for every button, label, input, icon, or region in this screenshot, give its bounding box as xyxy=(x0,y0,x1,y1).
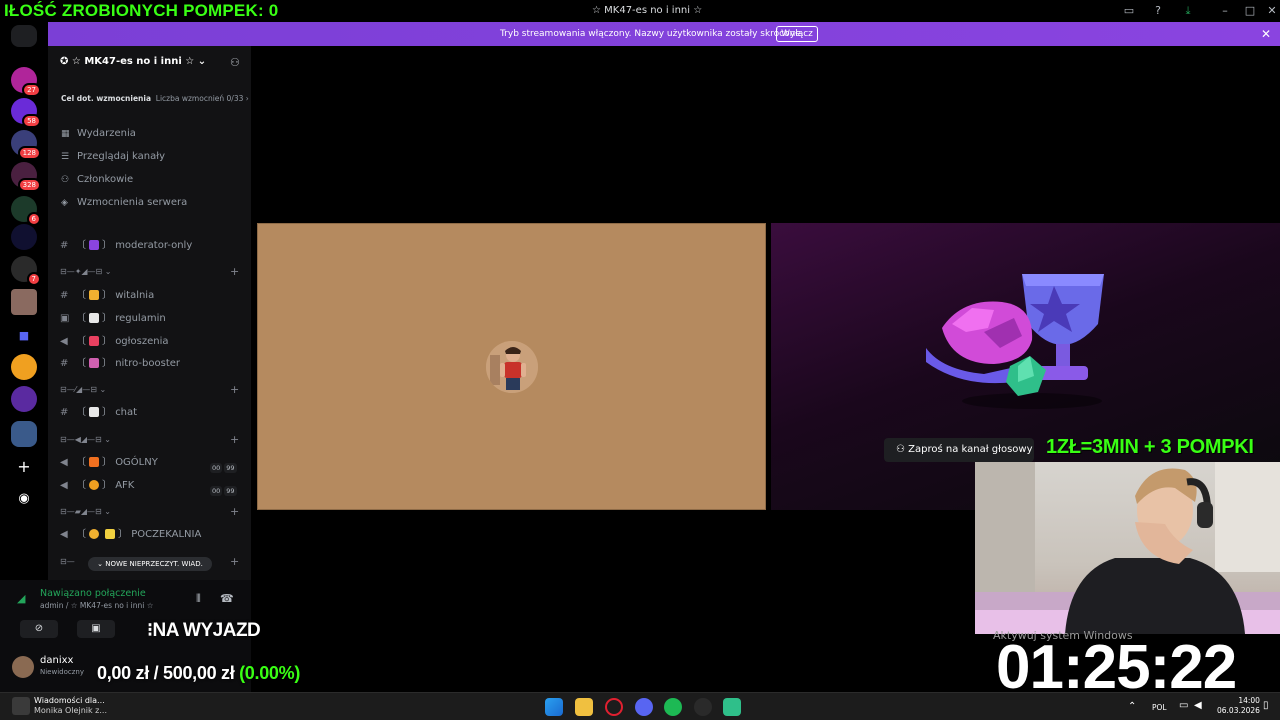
add-channel-icon[interactable]: + xyxy=(230,383,239,396)
app-icon[interactable] xyxy=(723,698,741,716)
webcam-overlay xyxy=(975,462,1280,634)
disable-streamer-mode-button[interactable]: Wyłącz xyxy=(776,26,818,42)
boost-icon: ◈ xyxy=(61,198,68,208)
server-icon[interactable]: 328 xyxy=(11,162,41,192)
nav-server-boosts[interactable]: Wzmocnienia serwera xyxy=(77,197,187,208)
invite-to-voice-button[interactable]: ⚇ Zaproś na kanał głosowy xyxy=(884,438,1034,462)
streamer-mode-text: Tryb streamowania włączony. Nazwy użytko… xyxy=(500,29,804,39)
channel-moderator-only[interactable]: # 〔〕 moderator-only xyxy=(60,236,240,251)
channel-witalnia[interactable]: # 〔〕 witalnia xyxy=(60,286,240,301)
network-icon[interactable]: ▭ xyxy=(1179,700,1188,711)
voice-channel-poczekalnia[interactable]: ◀ 〔〕 POCZEKALNIA xyxy=(60,525,240,540)
window-title: ☆ MK47-es no i inni ☆ xyxy=(592,5,703,16)
nav-members[interactable]: Członkowie xyxy=(77,174,133,185)
system-clock[interactable]: 14:00 06.03.2026 xyxy=(1217,696,1260,716)
add-channel-icon[interactable]: + xyxy=(230,265,239,278)
minimize-icon[interactable]: – xyxy=(1218,4,1232,18)
help-icon[interactable]: ? xyxy=(1151,4,1165,18)
calendar-icon: ▦ xyxy=(61,129,70,139)
pushup-counter-overlay: IŁOŚĆ ZROBIONYCH POMPEK: 0 xyxy=(4,1,279,20)
invite-user-icon: ⚇ xyxy=(896,444,909,455)
na-wyjazd-overlay: ⁝NA WYJAZD xyxy=(147,620,261,641)
add-channel-icon[interactable]: + xyxy=(230,555,239,568)
guild-name-header[interactable]: ✪ ☆ MK47-es no i inni ☆ ⌄ xyxy=(60,56,206,67)
banner-close-icon[interactable]: ✕ xyxy=(1261,27,1271,41)
news-widget-icon[interactable] xyxy=(12,697,30,715)
server-icon[interactable] xyxy=(11,224,37,250)
discord-taskbar-icon[interactable] xyxy=(635,698,653,716)
server-icon[interactable] xyxy=(11,289,37,315)
file-explorer-icon[interactable] xyxy=(575,698,593,716)
add-member-icon[interactable]: ⚇ xyxy=(230,56,240,69)
maximize-icon[interactable]: □ xyxy=(1243,4,1257,18)
nav-events[interactable]: Wydarzenia xyxy=(77,128,136,139)
inbox-icon[interactable]: ▭ xyxy=(1122,4,1136,18)
category-header[interactable]: ⊟—▰◢—⊟ ⌄ xyxy=(60,507,111,516)
category-header[interactable]: ⊟— xyxy=(60,557,75,566)
noise-suppression-icon[interactable]: ⦀ xyxy=(196,592,201,606)
server-icon[interactable] xyxy=(11,421,37,447)
voice-channel-path: admin / ☆ MK47-es no i inni ☆ xyxy=(40,601,154,610)
server-icon[interactable]: 6 xyxy=(11,196,41,226)
donation-goal-overlay: 0,00 zł / 500,00 zł (0.00%) xyxy=(97,663,301,683)
server-icon[interactable]: 7 xyxy=(11,256,41,286)
screen-share-button[interactable]: ▣ xyxy=(77,620,115,638)
notifications-icon[interactable]: ▯ xyxy=(1263,700,1269,711)
camera-off-button[interactable]: ⊘ xyxy=(20,620,58,638)
browse-channels-icon: ☰ xyxy=(61,152,70,162)
avatar[interactable] xyxy=(12,656,34,678)
channel-nitro-booster[interactable]: # 〔〕 nitro-booster xyxy=(60,354,240,369)
server-icon[interactable] xyxy=(11,354,37,380)
category-header[interactable]: ⊟—◀◢—⊟ ⌄ xyxy=(60,435,111,444)
server-icon[interactable]: 58 xyxy=(11,98,41,128)
keyboard-language[interactable]: POL xyxy=(1152,703,1167,712)
channel-regulamin[interactable]: ▣ 〔〕 regulamin xyxy=(60,309,240,324)
server-icon[interactable]: 27 xyxy=(11,67,41,97)
user-status: Niewidoczny xyxy=(40,668,84,676)
voice-channel-limit: 00 99 xyxy=(210,463,237,473)
members-icon: ⚇ xyxy=(61,175,70,185)
server-icon[interactable] xyxy=(11,386,37,412)
news-widget[interactable]: Wiadomości dla... Monika Olejnik z... xyxy=(34,696,107,716)
avatar xyxy=(486,341,538,393)
add-channel-icon[interactable]: + xyxy=(230,505,239,518)
folder-icon[interactable]: ■ xyxy=(11,323,37,349)
steam-icon[interactable] xyxy=(694,698,712,716)
nav-browse-channels[interactable]: Przeglądaj kanały xyxy=(77,151,165,162)
server-icon[interactable]: 128 xyxy=(11,130,41,160)
spotify-icon[interactable] xyxy=(664,698,682,716)
opera-icon[interactable] xyxy=(605,698,623,716)
category-header[interactable]: ⊟—⁄◢—⊟ ⌄ xyxy=(60,385,106,394)
signal-icon[interactable]: ◢ xyxy=(17,592,25,605)
volume-icon[interactable]: ◀ xyxy=(1194,700,1202,711)
download-icon[interactable]: ⤓ xyxy=(1181,4,1195,18)
channel-ogloszenia[interactable]: ◀ 〔〕 ogłoszenia xyxy=(60,332,240,347)
add-server-icon[interactable]: + xyxy=(11,454,37,480)
new-unread-messages-pill[interactable]: ⌄ NOWE NIEPRZECZYT. WIAD. xyxy=(88,557,212,571)
category-header[interactable]: ⊟—✦◢—⊟ ⌄ xyxy=(60,267,112,276)
channel-chat[interactable]: # 〔〕 chat xyxy=(60,403,240,418)
close-window-icon[interactable]: ✕ xyxy=(1265,4,1279,18)
tray-chevron-icon[interactable]: ⌃ xyxy=(1128,701,1136,712)
disconnect-icon[interactable]: ☎ xyxy=(220,592,234,605)
boost-goal-row[interactable]: Cel dot. wzmocnienia Liczba wzmocnień 0/… xyxy=(61,94,249,103)
discord-home-icon[interactable] xyxy=(11,25,37,47)
discover-icon[interactable]: ◉ xyxy=(11,486,37,512)
trophy-illustration xyxy=(922,266,1112,420)
windows-start-icon[interactable] xyxy=(545,698,563,716)
promo-overlay: 1ZŁ=3MIN + 3 POMPKI xyxy=(1046,436,1254,458)
add-channel-icon[interactable]: + xyxy=(230,433,239,446)
voice-connected-status[interactable]: Nawiązano połączenie xyxy=(40,588,146,599)
voice-channel-limit: 00 99 xyxy=(210,486,237,496)
username[interactable]: danixx xyxy=(40,655,73,666)
